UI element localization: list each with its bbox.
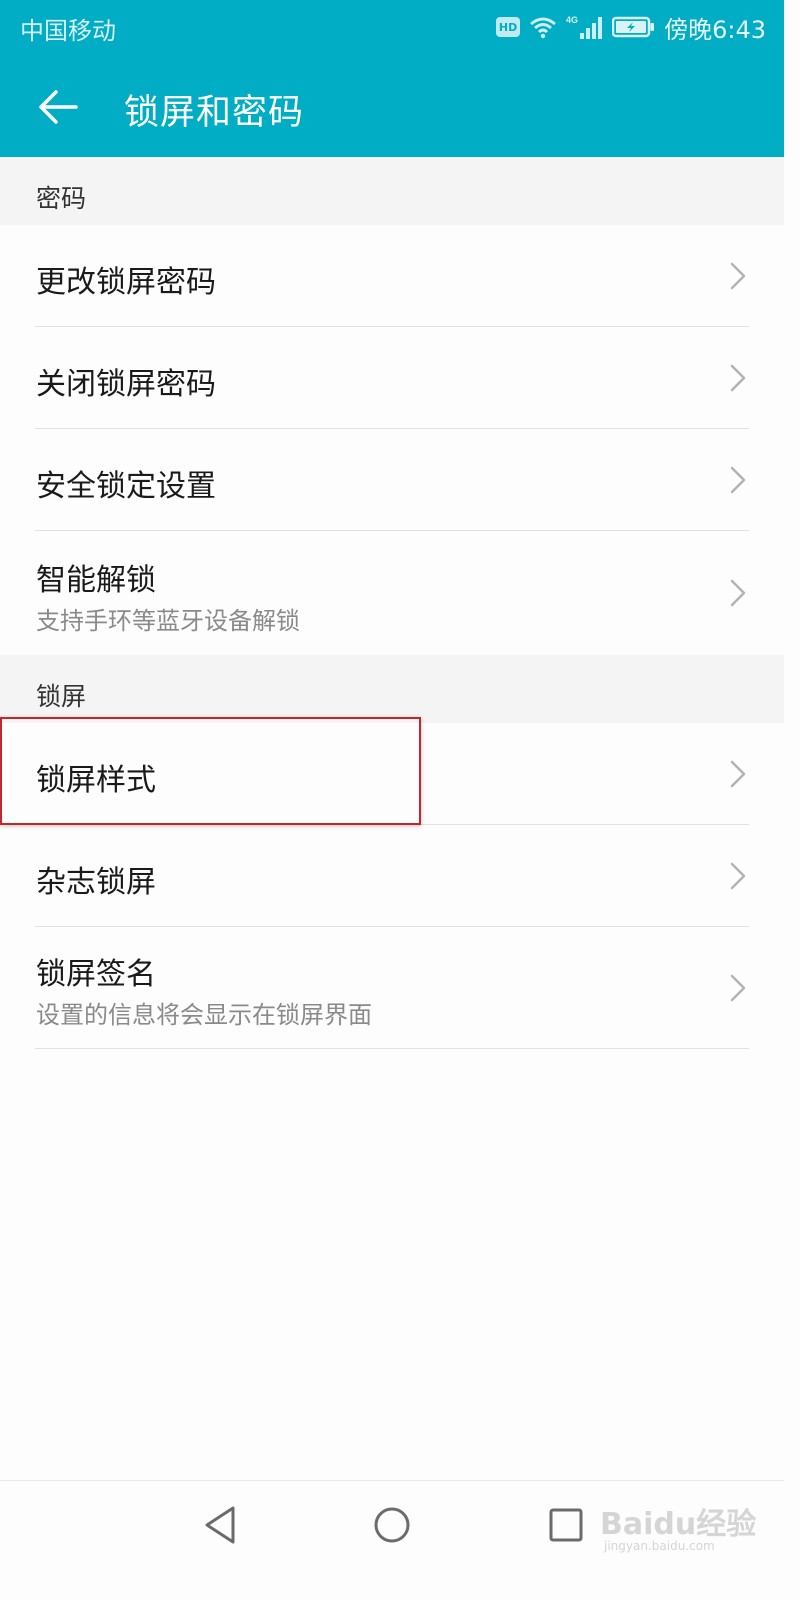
list-item-change-password[interactable]: 更改锁屏密码 bbox=[0, 225, 784, 326]
arrow-left-icon bbox=[39, 90, 78, 124]
list-item-smart-unlock[interactable]: 智能解锁 支持手环等蓝牙设备解锁 bbox=[0, 531, 784, 655]
list-item-disable-password[interactable]: 关闭锁屏密码 bbox=[0, 327, 784, 428]
list-item-subtitle: 设置的信息将会显示在锁屏界面 bbox=[36, 1001, 372, 1029]
section-header-lockscreen: 锁屏 bbox=[0, 655, 784, 723]
section-header-password: 密码 bbox=[0, 157, 784, 225]
highlight-annotation-box bbox=[0, 717, 421, 825]
chevron-right-icon bbox=[730, 579, 746, 607]
nav-back-button[interactable] bbox=[193, 1499, 245, 1551]
chevron-right-icon bbox=[730, 364, 746, 392]
baidu-watermark: Baidu经验 jingyan.baidu.com bbox=[600, 1493, 760, 1559]
app-bar: 锁屏和密码 bbox=[0, 56, 784, 157]
status-bar: 中国移动 HD 4G 傍晚6:43 bbox=[0, 0, 784, 56]
list-item-security-lock[interactable]: 安全锁定设置 bbox=[0, 429, 784, 530]
clock: 傍晚6:43 bbox=[664, 15, 766, 44]
chevron-right-icon bbox=[730, 862, 746, 890]
watermark-url: jingyan.baidu.com bbox=[604, 1539, 715, 1553]
list-item-title: 更改锁屏密码 bbox=[36, 265, 216, 300]
chevron-right-icon bbox=[730, 974, 746, 1002]
list-item-magazine-lockscreen[interactable]: 杂志锁屏 bbox=[0, 825, 784, 926]
carrier-label: 中国移动 bbox=[20, 17, 116, 45]
circle-home-icon bbox=[374, 1507, 410, 1543]
list-item-title: 智能解锁 bbox=[36, 563, 156, 598]
battery-icon bbox=[612, 15, 656, 39]
back-button[interactable] bbox=[30, 84, 86, 130]
watermark-brand: Baidu经验 bbox=[600, 1507, 757, 1542]
list-item-title: 杂志锁屏 bbox=[36, 865, 156, 900]
list-item-title: 安全锁定设置 bbox=[36, 469, 216, 504]
page-title: 锁屏和密码 bbox=[124, 93, 305, 133]
chevron-right-icon bbox=[730, 262, 746, 290]
list-item-lockscreen-signature[interactable]: 锁屏签名 设置的信息将会显示在锁屏界面 bbox=[0, 927, 784, 1048]
nav-home-button[interactable] bbox=[366, 1499, 418, 1551]
hd-badge: HD bbox=[496, 17, 521, 37]
signal-icon: 4G bbox=[566, 13, 604, 41]
network-type-label: 4G bbox=[566, 15, 578, 25]
chevron-right-icon bbox=[730, 760, 746, 788]
list-item-subtitle: 支持手环等蓝牙设备解锁 bbox=[36, 607, 300, 635]
nav-recents-button[interactable] bbox=[540, 1499, 592, 1551]
chevron-right-icon bbox=[730, 466, 746, 494]
divider bbox=[35, 1048, 749, 1049]
triangle-back-icon bbox=[205, 1506, 235, 1544]
section-header-label: 密码 bbox=[36, 184, 87, 213]
list-item-title: 锁屏签名 bbox=[36, 957, 156, 992]
section-header-label: 锁屏 bbox=[36, 682, 87, 711]
square-recents-icon bbox=[549, 1508, 583, 1542]
list-item-title: 关闭锁屏密码 bbox=[36, 367, 216, 402]
wifi-icon bbox=[528, 15, 558, 39]
status-icons: HD 4G 傍晚6:43 bbox=[496, 9, 766, 45]
